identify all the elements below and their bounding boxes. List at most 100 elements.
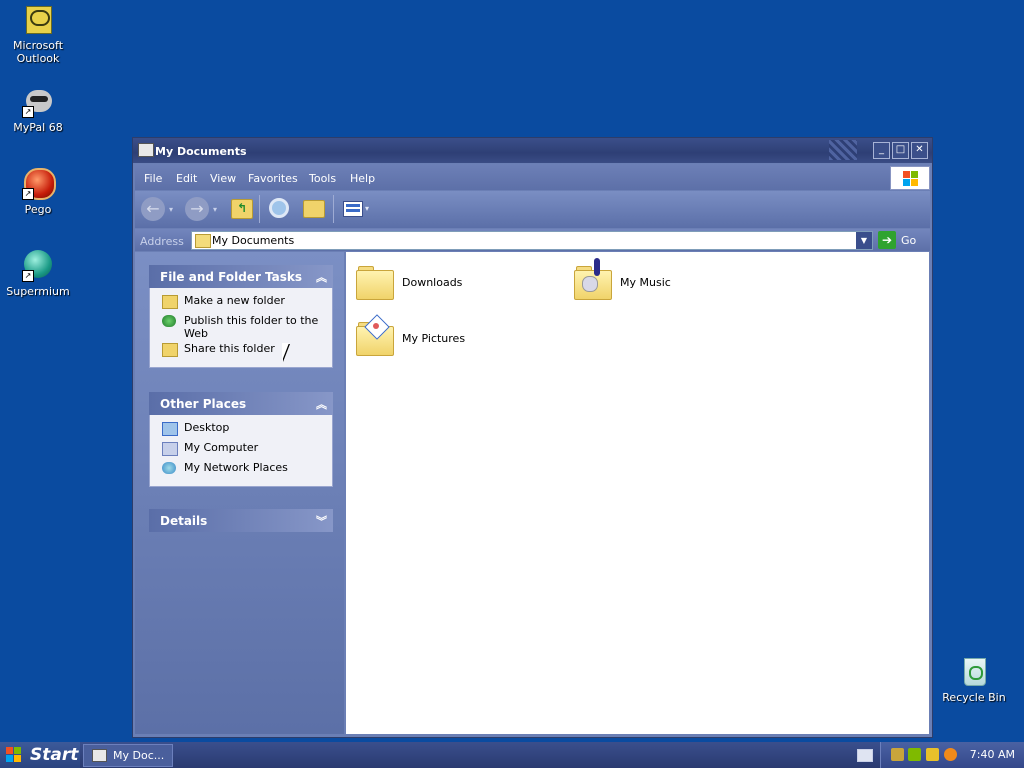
recycle-bin-icon [958, 656, 990, 688]
minimize-button[interactable]: _ [873, 142, 890, 159]
file-list: Downloads My Music My Pictures [346, 252, 929, 734]
panel-body: Desktop My Computer My Network Places [149, 415, 333, 487]
other-places-panel: Other Places ︽ Desktop My Computer My Ne… [149, 392, 333, 487]
back-arrow-icon[interactable]: ← [141, 197, 165, 221]
desktop-icon [162, 422, 178, 436]
supermium-icon: ↗ [22, 250, 54, 282]
tray-app-icon[interactable] [891, 748, 904, 761]
desktop-icon-mypal[interactable]: ↗ MyPal 68 [0, 86, 76, 134]
desktop-icon-supermium[interactable]: ↗ Supermium [0, 250, 76, 298]
details-panel: Details ︾ [149, 509, 333, 532]
panel-title: Details [160, 514, 208, 528]
panel-header[interactable]: Other Places ︽ [149, 392, 333, 415]
folder-my-pictures[interactable]: My Pictures [354, 314, 534, 368]
globe-icon [162, 315, 176, 327]
menu-view[interactable]: View [210, 172, 236, 185]
system-tray: 7:40 AM [880, 742, 1024, 768]
my-documents-icon [138, 143, 154, 157]
task-label: My Network Places [184, 461, 288, 474]
music-folder-icon [572, 258, 612, 300]
views-dropdown-icon[interactable]: ▾ [365, 204, 369, 213]
task-label: Publish this folder to the Web [184, 314, 319, 340]
windows-flag-icon [6, 747, 22, 763]
taskbar-button-my-documents[interactable]: My Doc... [83, 744, 173, 767]
search-icon[interactable] [269, 198, 289, 218]
file-name: My Pictures [402, 332, 466, 345]
place-network[interactable]: My Network Places [150, 461, 332, 479]
window-titlebar[interactable]: My Documents _ □ ✕ [133, 138, 932, 163]
forward-dropdown-icon[interactable]: ▾ [213, 205, 217, 214]
my-documents-icon [92, 749, 107, 762]
task-make-new-folder[interactable]: Make a new folder [150, 294, 332, 312]
expand-chevron-icon[interactable]: ︾ [316, 513, 327, 529]
new-folder-icon [162, 295, 178, 309]
desktop-icon-label: MyPal 68 [13, 121, 63, 134]
task-label: My Computer [184, 441, 259, 454]
network-places-icon [162, 462, 176, 474]
collapse-chevron-icon[interactable]: ︽ [316, 269, 327, 285]
security-shield-icon[interactable] [926, 748, 939, 761]
views-icon[interactable] [343, 201, 363, 217]
toolbar-separator [333, 195, 334, 223]
panel-header[interactable]: File and Folder Tasks ︽ [149, 265, 333, 288]
tray-network-icon[interactable] [908, 748, 921, 761]
task-publish-web[interactable]: Publish this folder to the Web [150, 314, 332, 340]
mouse-cursor-icon [282, 343, 296, 361]
task-label: Share this folder [184, 342, 275, 355]
place-my-computer[interactable]: My Computer [150, 441, 332, 459]
task-label: Make a new folder [184, 294, 285, 307]
address-label: Address [140, 235, 184, 248]
close-button[interactable]: ✕ [911, 142, 928, 159]
desktop-icon-label: Pego [24, 203, 52, 216]
tray-search-icon[interactable] [944, 748, 957, 761]
menu-help[interactable]: Help [350, 172, 375, 185]
go-button[interactable]: Go [901, 234, 916, 247]
file-folder-tasks-panel: File and Folder Tasks ︽ Make a new folde… [149, 265, 333, 368]
task-pane: File and Folder Tasks ︽ Make a new folde… [135, 252, 344, 734]
pego-red-ball-icon: ↗ [22, 168, 56, 200]
windows-logo-icon [890, 166, 930, 190]
collapse-chevron-icon[interactable]: ︽ [316, 396, 327, 412]
share-folder-icon [162, 343, 178, 357]
folder-up-icon[interactable]: ↰ [231, 199, 253, 219]
panel-header[interactable]: Details ︾ [149, 509, 333, 532]
pictures-folder-icon [354, 314, 394, 356]
desktop-icon-recycle-bin[interactable]: Recycle Bin [936, 656, 1012, 704]
address-bar: Address My Documents ▼ ➔ Go [135, 229, 930, 251]
panel-body: Make a new folder Publish this folder to… [149, 288, 333, 368]
folder-my-music[interactable]: My Music [572, 258, 752, 312]
menu-file[interactable]: File [144, 172, 162, 185]
mypal-raccoon-icon: ↗ [22, 86, 54, 118]
desktop-icon-pego[interactable]: ↗ Pego [0, 168, 76, 216]
back-dropdown-icon[interactable]: ▾ [169, 205, 173, 214]
start-label: Start [30, 745, 79, 765]
taskbar-button-label: My Doc... [113, 749, 165, 762]
clock[interactable]: 7:40 AM [970, 748, 1015, 761]
maximize-button[interactable]: □ [892, 142, 909, 159]
folders-icon[interactable] [303, 200, 325, 218]
keyboard-language-icon[interactable] [857, 749, 873, 762]
computer-icon [162, 442, 178, 456]
desktop-icon-outlook[interactable]: Microsoft Outlook [0, 4, 76, 65]
panel-title: Other Places [160, 397, 247, 411]
start-button[interactable]: Start [0, 742, 80, 768]
menu-favorites[interactable]: Favorites [248, 172, 298, 185]
address-input[interactable]: My Documents ▼ [191, 231, 873, 250]
folder-icon [354, 262, 394, 300]
file-name: Downloads [402, 276, 463, 289]
menu-bar: File Edit View Favorites Tools Help [135, 164, 930, 190]
place-desktop[interactable]: Desktop [150, 421, 332, 439]
outlook-icon [22, 4, 54, 36]
titlebar-decoration [829, 140, 857, 160]
explorer-window: My Documents _ □ ✕ File Edit View Favori… [132, 137, 933, 738]
folder-icon [195, 234, 211, 248]
task-share-folder[interactable]: Share this folder [150, 342, 332, 360]
folder-downloads[interactable]: Downloads [354, 262, 534, 312]
toolbar: ← ▾ → ▾ ↰ ▾ [135, 191, 930, 228]
go-arrow-icon[interactable]: ➔ [878, 231, 896, 249]
address-dropdown-icon[interactable]: ▼ [856, 232, 872, 249]
menu-edit[interactable]: Edit [176, 172, 197, 185]
desktop-icon-label: Microsoft Outlook [12, 39, 64, 65]
menu-tools[interactable]: Tools [309, 172, 336, 185]
forward-arrow-icon[interactable]: → [185, 197, 209, 221]
